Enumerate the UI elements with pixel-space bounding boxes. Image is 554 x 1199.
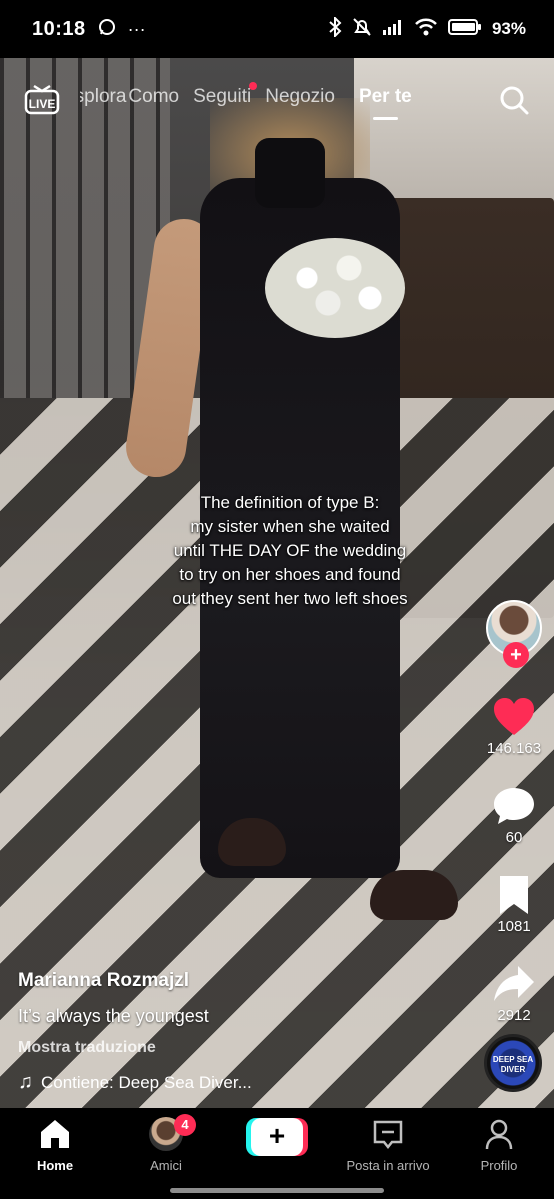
shoe-right [370, 870, 458, 920]
tab-inbox[interactable]: Posta in arrivo [338, 1116, 438, 1173]
svg-text:LIVE: LIVE [29, 97, 56, 111]
tab-seguiti[interactable]: Seguiti [193, 82, 258, 108]
share-count: 2912 [497, 1007, 531, 1024]
save-button[interactable]: 1081 [492, 874, 536, 935]
share-arrow-icon [494, 966, 534, 1001]
heart-icon [493, 698, 534, 735]
tab-home-label: Home [36, 1158, 74, 1173]
tab-friends-label: Amici [150, 1158, 182, 1173]
bottom-tab-bar: Home 4 Amici + Posta in arrivo Profilo [0, 1108, 554, 1199]
post-description[interactable]: It’s always the youngest [18, 1006, 209, 1027]
tab-per-te[interactable]: Per te [359, 86, 412, 120]
battery-percent: 93% [491, 19, 526, 38]
signal-icon [382, 19, 404, 40]
tab-friends[interactable]: 4 Amici [116, 1114, 216, 1173]
wifi-icon [414, 18, 438, 41]
status-time: 10:18 [32, 17, 86, 40]
video-overlay-text: The definition of type B: my sister when… [172, 493, 408, 608]
create-button[interactable]: + [246, 1118, 308, 1156]
bell-muted-icon [352, 17, 372, 42]
status-bar: 10:18 ··· 93% [0, 0, 554, 58]
tab-negozio[interactable]: Negozio [265, 86, 335, 108]
comment-count: 60 [505, 829, 523, 846]
action-rail: + 146.163 60 1081 2912 [482, 600, 546, 1024]
top-nav: LIVE Esplora Como Seguiti Negozio Per te [0, 80, 554, 126]
bookmark-icon [500, 876, 528, 914]
home-icon [41, 1120, 69, 1148]
like-button[interactable]: 146.163 [487, 696, 541, 757]
like-count: 146.163 [486, 740, 542, 757]
feed-tabs: Esplora Como Seguiti Negozio Per te [80, 82, 412, 120]
inbox-icon [373, 1120, 403, 1150]
live-icon[interactable]: LIVE [24, 84, 60, 116]
tab-profile[interactable]: Profilo [449, 1116, 549, 1173]
bouquet [265, 238, 405, 338]
tab-seguiti-label: Seguiti [193, 86, 252, 107]
tab-profile-label: Profilo [480, 1158, 518, 1173]
bluetooth-icon [328, 15, 342, 42]
tab-esplora[interactable]: Esplora [80, 86, 126, 108]
tab-inbox-label: Posta in arrivo [346, 1158, 430, 1173]
new-content-dot [249, 82, 258, 90]
search-icon[interactable] [498, 84, 530, 116]
tab-home[interactable]: Home [5, 1116, 105, 1173]
profile-icon [485, 1119, 513, 1150]
creator-avatar[interactable]: + [486, 600, 542, 668]
more-notifications: ··· [127, 18, 146, 39]
whatsapp-icon [98, 18, 116, 41]
sound-disc[interactable]: DEEP SEA DIVER [484, 1034, 542, 1092]
save-count: 1081 [497, 918, 531, 935]
battery-icon [447, 18, 482, 41]
woman-in-black-dress [122, 98, 430, 878]
plus-icon: + [251, 1118, 303, 1156]
follow-button[interactable]: + [503, 642, 529, 668]
sound-row[interactable]: ♫ Contiene: Deep Sea Diver... [18, 1071, 252, 1094]
author-name[interactable]: Marianna Rozmajzl [18, 970, 189, 992]
home-indicator[interactable] [170, 1188, 384, 1193]
music-note-icon: ♫ [18, 1071, 33, 1093]
comment-button[interactable]: 60 [492, 785, 536, 846]
share-button[interactable]: 2912 [492, 963, 536, 1024]
tab-como[interactable]: Como [128, 86, 179, 108]
show-translation-link[interactable]: Mostra traduzione [18, 1039, 156, 1057]
sound-title: Contiene: Deep Sea Diver... [41, 1072, 252, 1092]
comment-icon [494, 788, 534, 824]
friends-badge: 4 [174, 1114, 196, 1136]
